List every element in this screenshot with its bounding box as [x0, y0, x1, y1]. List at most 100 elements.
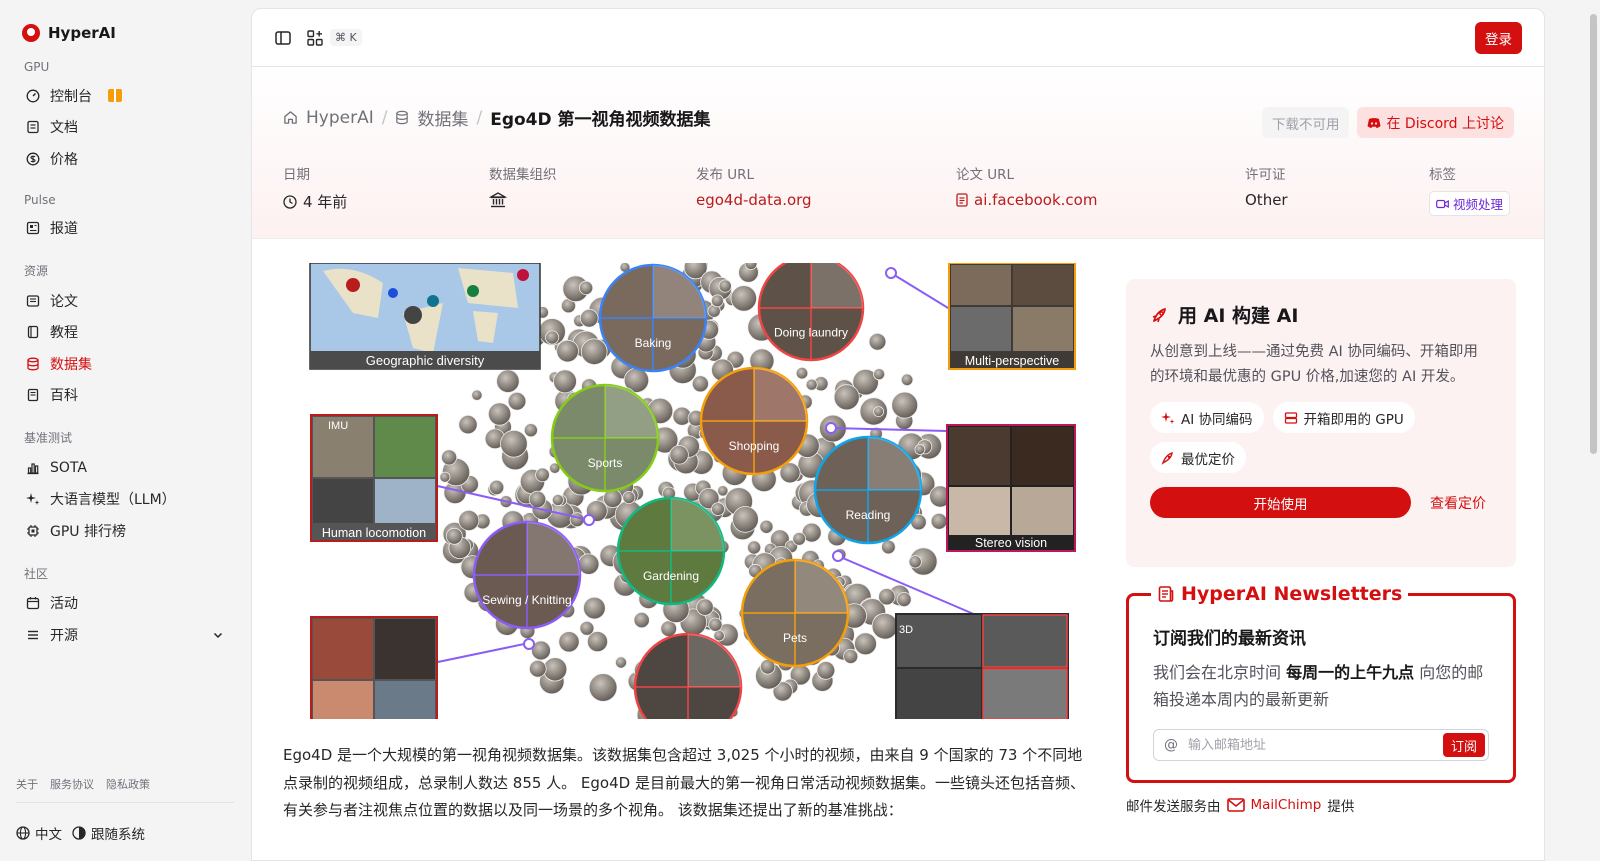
mailchimp-note: 邮件发送服务由 MailChimp 提供 — [1126, 795, 1354, 815]
sidebar-settings: 中文 跟随系统 — [16, 823, 145, 843]
sidebar-item-0[interactable]: 控制台 — [16, 80, 234, 112]
footer-link-privacy[interactable]: 隐私政策 — [106, 776, 150, 792]
theme-switcher[interactable]: 跟随系统 — [72, 823, 145, 843]
chip-ready-gpu[interactable]: 开箱即用的 GPU — [1272, 402, 1415, 433]
bubble — [633, 611, 650, 629]
bubble — [710, 294, 724, 308]
bubble — [930, 512, 948, 530]
chevron-down-icon[interactable] — [212, 629, 224, 641]
bubble — [730, 285, 758, 312]
bubble — [900, 373, 914, 387]
chip-icon — [27, 524, 39, 537]
breadcrumb-separator: / — [381, 107, 388, 128]
mailchimp-link[interactable]: MailChimp — [1251, 797, 1322, 813]
encyclopedia-icon — [27, 389, 39, 402]
email-input[interactable] — [1188, 737, 1433, 753]
bar-chart-icon — [27, 463, 39, 474]
sidebar-section-title: 社区 — [24, 566, 49, 581]
bubble — [881, 539, 896, 555]
meta-org-value — [489, 191, 557, 209]
sidebar-item-0[interactable]: SOTA — [16, 452, 234, 484]
footer-link-terms[interactable]: 服务协议 — [50, 776, 94, 792]
sidebar-item-1[interactable]: 大语言模型（LLM） — [16, 484, 234, 516]
activity-caption: Baking — [635, 336, 672, 350]
sidebar-item-label: 教程 — [50, 325, 78, 342]
sidebar-item-1[interactable]: 开源 — [16, 619, 234, 651]
paper-icon — [26, 295, 40, 307]
footer-link-about[interactable]: 关于 — [16, 776, 38, 792]
sidebar-item-0[interactable]: 报道 — [16, 213, 234, 245]
promo-text: 从创意到上线——通过免费 AI 协同编码、开箱即用的环境和最优惠的 GPU 价格… — [1150, 344, 1478, 385]
bubble — [718, 279, 732, 293]
download-button[interactable]: 下载不可用 — [1261, 107, 1350, 138]
bubble — [908, 555, 922, 569]
rocket-small-icon — [1161, 451, 1173, 465]
tag-video-processing[interactable]: 视频处理 — [1429, 191, 1511, 216]
activity-caption: Reading — [846, 508, 891, 522]
bubble — [569, 512, 585, 528]
bubble — [816, 661, 836, 680]
bubble — [871, 612, 899, 640]
meta-license: 许可证 Other — [1245, 163, 1288, 209]
breadcrumb-home[interactable]: HyperAI — [306, 108, 374, 128]
news-icon — [26, 222, 40, 235]
panel-3d: 3D — [895, 613, 1069, 719]
meta-paper: 论文 URL ai.facebook.com — [956, 163, 1097, 209]
meta-tags: 标签 视频处理 — [1429, 163, 1511, 216]
sidebar-item-3[interactable]: 百科 — [16, 380, 234, 412]
breadcrumb-datasets[interactable]: 数据集 — [417, 105, 468, 130]
activity-circle-quadrant — [811, 263, 863, 308]
sidebar-item-2[interactable]: 数据集 — [16, 348, 234, 380]
sidebar-item-2[interactable]: 价格 — [16, 143, 234, 175]
sidebar-item-1[interactable]: 教程 — [16, 317, 234, 349]
sidebar-item-2[interactable]: GPU 排行榜 — [16, 515, 234, 547]
bubble — [805, 378, 818, 391]
bubble — [873, 368, 886, 381]
language-switcher[interactable]: 中文 — [16, 823, 62, 843]
bubble — [535, 467, 550, 483]
bubble — [843, 648, 859, 664]
chip-ready-gpu-label: 开箱即用的 GPU — [1303, 411, 1404, 428]
newsletter-title: 订阅我们的最新资讯 — [1153, 629, 1306, 649]
chip-ai-coding[interactable]: AI 协同编码 — [1150, 402, 1264, 433]
bubble — [691, 375, 709, 393]
sidebar-toggle-icon[interactable] — [274, 29, 292, 47]
bubble — [441, 449, 458, 466]
promo-title: 用 AI 构建 AI — [1150, 301, 1492, 328]
chip-best-price[interactable]: 最优定价 — [1150, 442, 1246, 473]
promo-actions: 开始使用 查看定价 — [1150, 487, 1492, 518]
activity-circle: Shopping — [699, 366, 809, 476]
newspaper-icon — [1158, 586, 1174, 602]
subscribe-button[interactable]: 订阅 — [1442, 733, 1485, 757]
meta-org: 数据集组织 — [489, 163, 557, 209]
sidebar-item-0[interactable]: 论文 — [16, 285, 234, 317]
caption-imu: IMU — [328, 420, 348, 432]
dataset-description: Ego4D 是一个大规模的第一视角视频数据集。该数据集包含超过 3,025 个小… — [283, 746, 1085, 819]
discord-button[interactable]: 在 Discord 上讨论 — [1357, 107, 1514, 138]
mail-note-pre: 邮件发送服务由 — [1126, 799, 1221, 815]
panel-human-locomotion: IMU Human locomotion — [310, 414, 438, 542]
brand-logo[interactable]: HyperAI — [16, 18, 234, 48]
get-started-button[interactable]: 开始使用 — [1150, 487, 1411, 518]
sidebar-item-1[interactable]: 文档 — [16, 112, 234, 144]
bubble — [833, 384, 860, 411]
activity-circle: Sports — [550, 383, 660, 493]
release-url-link[interactable]: ego4d-data.org — [696, 191, 812, 209]
bubble — [580, 338, 608, 365]
activity-circle: Sewing / Knitting — [472, 520, 582, 630]
chip-ai-coding-label: AI 协同编码 — [1181, 411, 1253, 428]
bubble — [579, 308, 599, 328]
dashboard-icon — [26, 89, 40, 103]
scrollbar-thumb[interactable] — [1590, 14, 1597, 454]
command-palette-trigger[interactable]: ⌘ K — [306, 29, 362, 47]
login-button[interactable]: 登录 — [1475, 21, 1522, 54]
paper-url-link[interactable]: ai.facebook.com — [956, 191, 1097, 209]
view-pricing-link[interactable]: 查看定价 — [1430, 493, 1486, 513]
bubble — [553, 369, 577, 394]
sidebar-item-0[interactable]: 活动 — [16, 588, 234, 620]
sidebar-item-label: 活动 — [50, 596, 78, 613]
activity-circle — [633, 632, 743, 719]
meta-url: 发布 URL ego4d-data.org — [696, 163, 812, 209]
page-scrollbar[interactable] — [1588, 14, 1598, 844]
bubble — [708, 617, 723, 632]
